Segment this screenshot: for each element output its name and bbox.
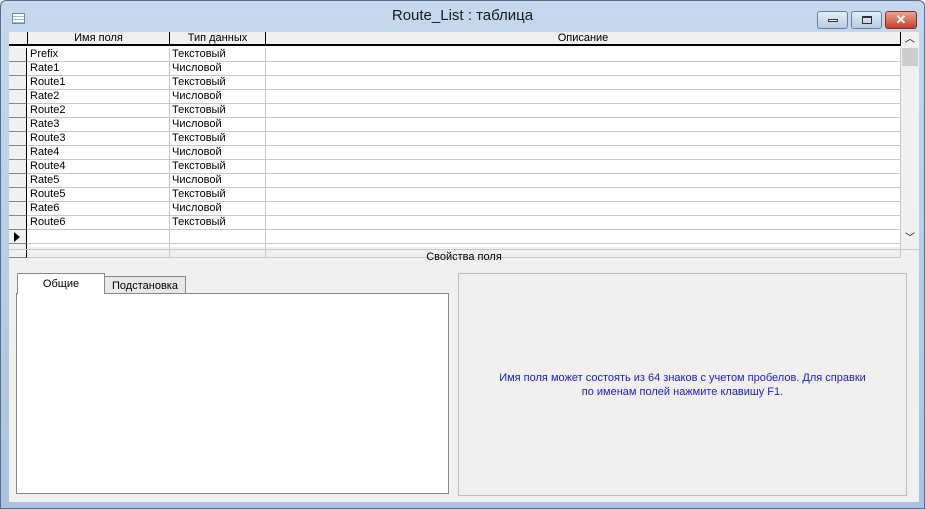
row-selector[interactable] [9,230,27,244]
row-selector[interactable] [9,62,27,76]
header-data-type[interactable]: Тип данных [170,32,266,46]
row-selector[interactable] [9,202,27,216]
table-row[interactable]: Rate4 Числовой [9,146,901,160]
description-cell[interactable] [266,216,901,230]
table-design-window: Route_List : таблица ✕ Имя поля Тип данн… [0,0,925,509]
row-selector[interactable] [9,132,27,146]
window-title: Route_List : таблица [391,7,534,24]
description-cell[interactable] [266,188,901,202]
help-text: Имя поля может состоять из 64 знаков с у… [458,273,907,496]
field-name-cell[interactable]: Route4 [28,160,170,174]
table-row[interactable]: Rate5 Числовой [9,174,901,188]
table-row[interactable]: Rate2 Числовой [9,90,901,104]
maximize-button[interactable] [851,11,882,29]
field-name-cell[interactable]: Route5 [28,188,170,202]
data-type-cell[interactable]: Текстовый [170,48,266,62]
data-type-cell[interactable]: Текстовый [170,76,266,90]
description-cell[interactable] [266,48,901,62]
description-cell[interactable] [266,90,901,104]
row-selector[interactable] [9,174,27,188]
row-selector[interactable] [9,146,27,160]
row-selector[interactable] [9,104,27,118]
table-row[interactable]: Route3 Текстовый [9,132,901,146]
field-name-cell[interactable] [28,230,170,244]
table-row[interactable]: Rate1 Числовой [9,62,901,76]
row-selector[interactable] [9,118,27,132]
description-cell[interactable] [266,118,901,132]
description-cell[interactable] [266,174,901,188]
description-cell[interactable] [266,146,901,160]
table-row[interactable]: Rate6 Числовой [9,202,901,216]
field-name-cell[interactable]: Rate5 [28,174,170,188]
general-properties-panel [16,293,449,494]
field-name-cell[interactable]: Rate2 [28,90,170,104]
data-type-cell[interactable]: Текстовый [170,132,266,146]
description-cell[interactable] [266,62,901,76]
vertical-scrollbar[interactable]: ︿ ﹀ [901,32,919,247]
scroll-thumb[interactable] [902,48,918,66]
table-row[interactable]: Route2 Текстовый [9,104,901,118]
table-row[interactable]: Route6 Текстовый [9,216,901,230]
tab-lookup[interactable]: Подстановка [104,276,186,294]
table-row[interactable]: Prefix Текстовый [9,48,901,62]
field-name-cell[interactable]: Rate3 [28,118,170,132]
field-name-cell[interactable]: Rate1 [28,62,170,76]
row-selector[interactable] [9,188,27,202]
description-cell[interactable] [266,104,901,118]
row-selector[interactable] [9,48,27,62]
header-field-name[interactable]: Имя поля [28,32,170,46]
field-grid: Имя поля Тип данных Описание Prefix Текст… [9,32,901,258]
data-type-cell[interactable]: Текстовый [170,216,266,230]
header-selector [9,32,28,46]
table-row[interactable]: Rate3 Числовой [9,118,901,132]
row-selector[interactable] [9,90,27,104]
description-cell[interactable] [266,202,901,216]
data-type-cell[interactable] [170,230,266,244]
row-selector[interactable] [9,76,27,90]
description-cell[interactable] [266,160,901,174]
tab-general[interactable]: Общие [17,273,105,294]
field-name-cell[interactable]: Rate6 [28,202,170,216]
header-description[interactable]: Описание [266,32,901,46]
data-type-cell[interactable]: Числовой [170,202,266,216]
table-row[interactable]: Route1 Текстовый [9,76,901,90]
data-type-cell[interactable]: Числовой [170,90,266,104]
field-name-cell[interactable]: Route1 [28,76,170,90]
field-name-cell[interactable]: Rate4 [28,146,170,160]
field-name-cell[interactable]: Route6 [28,216,170,230]
field-name-cell[interactable]: Prefix [28,48,170,62]
data-type-cell[interactable]: Числовой [170,174,266,188]
field-name-cell[interactable]: Route2 [28,104,170,118]
minimize-button[interactable] [817,11,848,29]
table-row[interactable] [9,230,901,244]
data-type-cell[interactable]: Числовой [170,62,266,76]
data-type-cell[interactable]: Текстовый [170,188,266,202]
description-cell[interactable] [266,132,901,146]
field-properties-label: Свойства поля [9,249,919,264]
row-selector[interactable] [9,160,27,174]
current-row-icon [14,232,20,242]
row-selector[interactable] [9,216,27,230]
table-row[interactable]: Route5 Текстовый [9,188,901,202]
scroll-down-icon[interactable]: ﹀ [901,231,919,247]
field-name-cell[interactable]: Route3 [28,132,170,146]
data-type-cell[interactable]: Числовой [170,118,266,132]
description-cell[interactable] [266,230,901,244]
data-type-cell[interactable]: Текстовый [170,160,266,174]
data-type-cell[interactable]: Числовой [170,146,266,160]
close-button[interactable]: ✕ [885,11,917,29]
table-row[interactable]: Route4 Текстовый [9,160,901,174]
scroll-up-icon[interactable]: ︿ [901,32,919,48]
description-cell[interactable] [266,76,901,90]
data-type-cell[interactable]: Текстовый [170,104,266,118]
